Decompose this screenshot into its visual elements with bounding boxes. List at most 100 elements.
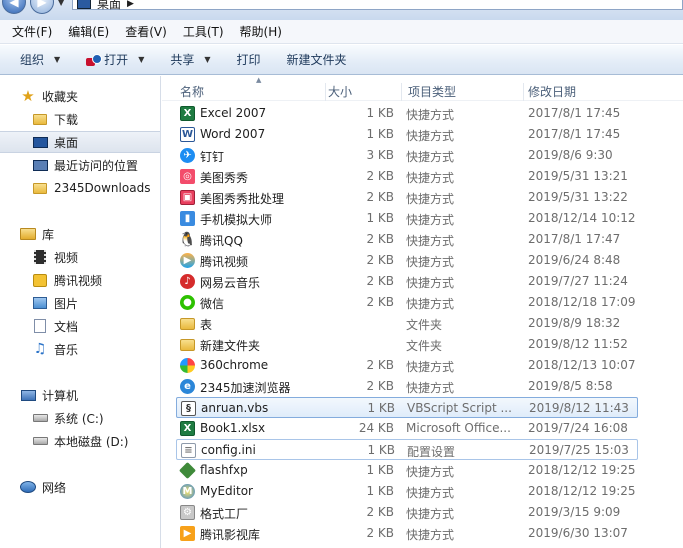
file-row[interactable]: ♪ 网易云音乐 2 KB 快捷方式 2019/7/27 11:24 bbox=[176, 271, 638, 292]
file-row[interactable]: M MyEditor 1 KB 快捷方式 2018/12/12 19:25 bbox=[176, 481, 638, 502]
nav-recent-places[interactable]: 最近访问的位置 bbox=[0, 154, 160, 176]
nav-network[interactable]: 网络 bbox=[0, 476, 160, 498]
nav-documents[interactable]: 文档 bbox=[0, 315, 160, 337]
file-type: 快捷方式 bbox=[406, 297, 455, 311]
nav-label: 腾讯视频 bbox=[54, 273, 103, 288]
folder-icon bbox=[180, 339, 195, 351]
file-row[interactable]: X Excel 2007 1 KB 快捷方式 2017/8/1 17:45 bbox=[176, 103, 638, 124]
documents-icon bbox=[32, 318, 48, 334]
file-type: 文件夹 bbox=[406, 318, 443, 332]
file-row[interactable]: ◎ 美图秀秀 2 KB 快捷方式 2019/5/31 13:21 bbox=[176, 166, 638, 187]
nav-desktop[interactable]: 桌面 bbox=[0, 131, 160, 153]
back-button[interactable]: ◀ bbox=[2, 0, 26, 14]
tencent-video-icon: ▶ bbox=[180, 253, 195, 268]
column-header-date[interactable]: 修改日期 bbox=[522, 83, 662, 101]
tencent-video-folder-icon bbox=[32, 272, 48, 288]
myeditor-icon: M bbox=[180, 484, 195, 499]
file-row[interactable]: 🐧 腾讯QQ 2 KB 快捷方式 2017/8/1 17:47 bbox=[176, 229, 638, 250]
nav-pictures[interactable]: 图片 bbox=[0, 292, 160, 314]
file-row[interactable]: 表 文件夹 2019/8/9 18:32 bbox=[176, 313, 638, 334]
nav-computer[interactable]: 计算机 bbox=[0, 384, 160, 406]
file-date: 2019/5/31 13:21 bbox=[528, 169, 628, 183]
chevron-right-icon[interactable]: ▶ bbox=[127, 0, 134, 9]
open-button[interactable]: 打开 ▼ bbox=[78, 48, 152, 72]
address-location[interactable]: 桌面 bbox=[97, 0, 121, 12]
column-header-name[interactable]: 名称 bbox=[174, 83, 326, 101]
nav-downloads[interactable]: 下载 bbox=[0, 108, 160, 130]
nav-tencent-video[interactable]: 腾讯视频 bbox=[0, 269, 160, 291]
meitu-batch-icon: ▣ bbox=[180, 190, 195, 205]
vbs-script-icon: § bbox=[181, 401, 196, 416]
file-date: 2019/7/24 16:08 bbox=[528, 421, 628, 435]
phone-emulator-icon: ▮ bbox=[180, 211, 195, 226]
address-bar[interactable]: 桌面 ▶ bbox=[72, 0, 683, 12]
nav-label: 视频 bbox=[54, 250, 79, 265]
file-date: 2019/8/12 11:43 bbox=[529, 401, 629, 415]
file-date: 2019/3/15 9:09 bbox=[528, 505, 621, 519]
file-name: 表 bbox=[200, 318, 213, 332]
file-size: 2 KB bbox=[366, 232, 394, 246]
file-row[interactable]: W Word 2007 1 KB 快捷方式 2017/8/1 17:45 bbox=[176, 124, 638, 145]
nav-favorites[interactable]: ★ 收藏夹 bbox=[0, 85, 160, 107]
nav-2345downloads[interactable]: 2345Downloads bbox=[0, 177, 160, 199]
organize-button[interactable]: 组织 ▼ bbox=[12, 48, 68, 72]
share-button[interactable]: 共享 ▼ bbox=[162, 48, 218, 72]
nav-label: 计算机 bbox=[42, 388, 79, 403]
file-name: 腾讯视频 bbox=[200, 255, 249, 269]
chevron-down-icon: ▼ bbox=[138, 55, 145, 64]
file-row[interactable]: ✈ 钉钉 3 KB 快捷方式 2019/8/6 9:30 bbox=[176, 145, 638, 166]
file-name: flashfxp bbox=[200, 463, 248, 477]
ini-file-icon: ≡ bbox=[181, 443, 196, 458]
file-type: 快捷方式 bbox=[406, 108, 455, 122]
file-row[interactable]: ▶ 腾讯视频 2 KB 快捷方式 2019/6/24 8:48 bbox=[176, 250, 638, 271]
nav-drive-c[interactable]: 系统 (C:) bbox=[0, 407, 160, 429]
nav-label: 系统 (C:) bbox=[54, 411, 104, 426]
print-button[interactable]: 打印 bbox=[229, 48, 269, 72]
forward-button[interactable]: ▶ bbox=[30, 0, 54, 14]
file-row[interactable]: ≡ config.ini 1 KB 配置设置 2019/7/25 15:03 bbox=[176, 439, 638, 460]
file-name: 2345加速浏览器 bbox=[200, 381, 291, 395]
file-name: MyEditor bbox=[200, 484, 253, 498]
file-row[interactable]: ▮ 手机模拟大师 1 KB 快捷方式 2018/12/14 10:12 bbox=[176, 208, 638, 229]
nav-music[interactable]: ♫ 音乐 bbox=[0, 338, 160, 360]
menu-edit[interactable]: 编辑(E) bbox=[60, 21, 117, 43]
nav-drive-d[interactable]: 本地磁盘 (D:) bbox=[0, 430, 160, 452]
file-name: 网易云音乐 bbox=[200, 276, 261, 290]
file-row[interactable]: ● 微信 2 KB 快捷方式 2018/12/18 17:09 bbox=[176, 292, 638, 313]
menu-tools[interactable]: 工具(T) bbox=[175, 21, 232, 43]
nav-label: 图片 bbox=[54, 296, 79, 311]
file-date: 2019/8/5 8:58 bbox=[528, 379, 613, 393]
netease-music-icon: ♪ bbox=[180, 274, 195, 289]
column-header-size[interactable]: 大小 bbox=[322, 83, 402, 101]
menu-file[interactable]: 文件(F) bbox=[4, 21, 60, 43]
file-row[interactable]: flashfxp 1 KB 快捷方式 2018/12/12 19:25 bbox=[176, 460, 638, 481]
file-row[interactable]: § anruan.vbs 1 KB VBScript Script ... 2019/8… bbox=[176, 397, 638, 418]
excel-icon: X bbox=[180, 106, 195, 121]
file-row[interactable]: ⚙ 格式工厂 2 KB 快捷方式 2019/3/15 9:09 bbox=[176, 502, 638, 523]
file-row[interactable]: ▶ 腾讯影视库 2 KB 快捷方式 2019/6/30 13:07 bbox=[176, 523, 638, 544]
menu-view[interactable]: 查看(V) bbox=[117, 21, 175, 43]
file-date: 2019/6/24 8:48 bbox=[528, 253, 621, 267]
tencent-movie-library-icon: ▶ bbox=[180, 526, 195, 541]
file-row[interactable]: ▣ 美图秀秀批处理 2 KB 快捷方式 2019/5/31 13:22 bbox=[176, 187, 638, 208]
word-icon: W bbox=[180, 127, 195, 142]
file-name: Word 2007 bbox=[200, 127, 266, 141]
share-label: 共享 bbox=[170, 53, 195, 67]
file-row[interactable]: e 2345加速浏览器 2 KB 快捷方式 2019/8/5 8:58 bbox=[176, 376, 638, 397]
nav-videos[interactable]: 视频 bbox=[0, 246, 160, 268]
nav-libraries[interactable]: 库 bbox=[0, 223, 160, 245]
file-name: 美图秀秀 bbox=[200, 171, 249, 185]
column-header-type[interactable]: 项目类型 bbox=[402, 83, 524, 101]
file-type: 快捷方式 bbox=[406, 486, 455, 500]
file-size: 1 KB bbox=[366, 484, 394, 498]
file-date: 2019/5/31 13:22 bbox=[528, 190, 628, 204]
nav-label: 下载 bbox=[54, 112, 79, 127]
new-folder-button[interactable]: 新建文件夹 bbox=[279, 48, 355, 72]
file-row[interactable]: 新建文件夹 文件夹 2019/8/12 11:52 bbox=[176, 334, 638, 355]
menu-help[interactable]: 帮助(H) bbox=[232, 21, 290, 43]
star-icon: ★ bbox=[21, 87, 35, 105]
file-row[interactable]: 360chrome 2 KB 快捷方式 2018/12/13 10:07 bbox=[176, 355, 638, 376]
recent-pages-dropdown[interactable]: ▼ bbox=[58, 0, 64, 7]
file-row[interactable]: X Book1.xlsx 24 KB Microsoft Office... 2019/… bbox=[176, 418, 638, 439]
music-note-icon: ♫ bbox=[33, 341, 47, 357]
